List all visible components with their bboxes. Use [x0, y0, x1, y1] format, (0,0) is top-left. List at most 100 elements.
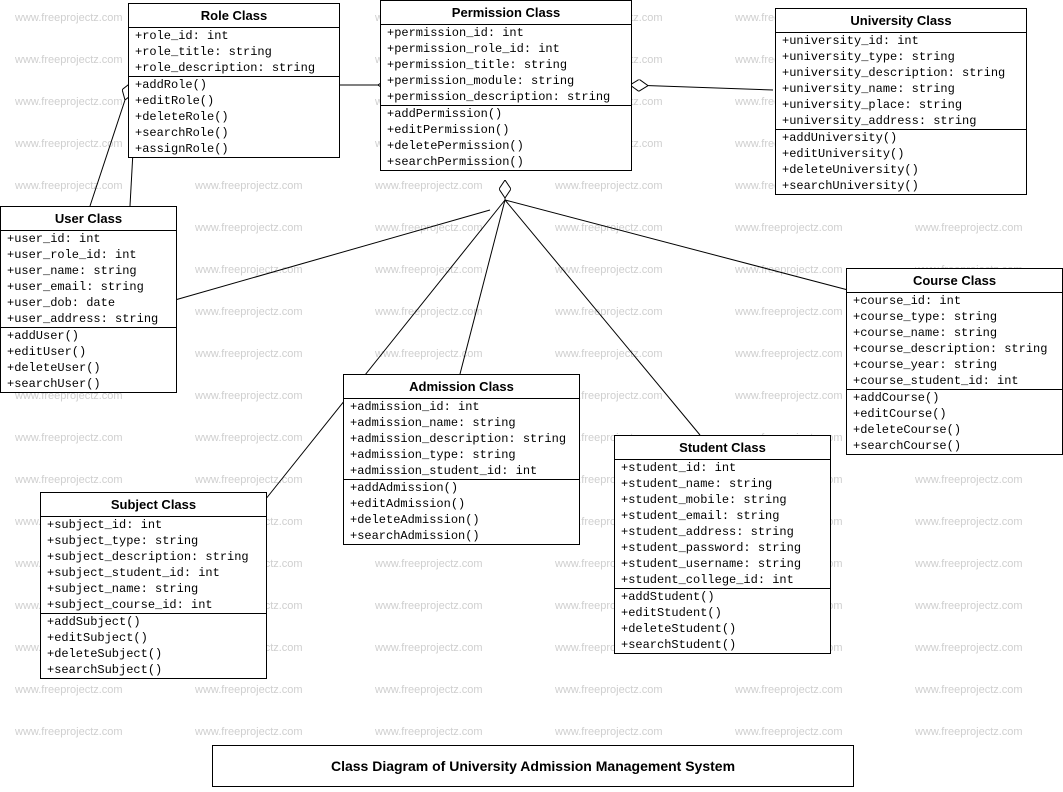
attribute-row: +subject_type: string [41, 533, 266, 549]
attribute-row: +permission_title: string [381, 57, 631, 73]
class-title: User Class [1, 207, 176, 231]
attribute-row: +university_type: string [776, 49, 1026, 65]
operation-row: +addUniversity() [776, 130, 1026, 146]
attribute-row: +admission_type: string [344, 447, 579, 463]
attribute-row: +permission_id: int [381, 25, 631, 41]
attribute-row: +permission_role_id: int [381, 41, 631, 57]
class-user: User Class+user_id: int+user_role_id: in… [0, 206, 177, 393]
attribute-row: +university_description: string [776, 65, 1026, 81]
class-title: Permission Class [381, 1, 631, 25]
operation-row: +editRole() [129, 93, 339, 109]
attribute-row: +permission_description: string [381, 89, 631, 105]
operation-row: +addPermission() [381, 106, 631, 122]
class-role: Role Class+role_id: int+role_title: stri… [128, 3, 340, 158]
attribute-row: +student_address: string [615, 524, 830, 540]
attribute-row: +student_mobile: string [615, 492, 830, 508]
operation-row: +searchUser() [1, 376, 176, 392]
attribute-row: +university_id: int [776, 33, 1026, 49]
attribute-row: +admission_name: string [344, 415, 579, 431]
operations-section: +addUniversity()+editUniversity()+delete… [776, 130, 1026, 194]
attributes-section: +user_id: int+user_role_id: int+user_nam… [1, 231, 176, 328]
class-title: Course Class [847, 269, 1062, 293]
operation-row: +addAdmission() [344, 480, 579, 496]
operation-row: +addSubject() [41, 614, 266, 630]
attribute-row: +admission_student_id: int [344, 463, 579, 479]
operation-row: +editCourse() [847, 406, 1062, 422]
operation-row: +deleteAdmission() [344, 512, 579, 528]
attribute-row: +student_college_id: int [615, 572, 830, 588]
operation-row: +searchPermission() [381, 154, 631, 170]
operation-row: +editUniversity() [776, 146, 1026, 162]
operations-section: +addAdmission()+editAdmission()+deleteAd… [344, 480, 579, 544]
diagram-canvas: Role Class+role_id: int+role_title: stri… [0, 0, 1063, 792]
class-university: University Class+university_id: int+univ… [775, 8, 1027, 195]
attribute-row: +user_role_id: int [1, 247, 176, 263]
operation-row: +editStudent() [615, 605, 830, 621]
class-title: Admission Class [344, 375, 579, 399]
attribute-row: +student_id: int [615, 460, 830, 476]
operation-row: +assignRole() [129, 141, 339, 157]
operation-row: +editUser() [1, 344, 176, 360]
attribute-row: +role_title: string [129, 44, 339, 60]
operation-row: +searchSubject() [41, 662, 266, 678]
class-subject: Subject Class+subject_id: int+subject_ty… [40, 492, 267, 679]
attribute-row: +course_year: string [847, 357, 1062, 373]
attribute-row: +user_name: string [1, 263, 176, 279]
attribute-row: +course_student_id: int [847, 373, 1062, 389]
operation-row: +searchStudent() [615, 637, 830, 653]
operation-row: +searchAdmission() [344, 528, 579, 544]
operations-section: +addPermission()+editPermission()+delete… [381, 106, 631, 170]
attribute-row: +student_username: string [615, 556, 830, 572]
operation-row: +editAdmission() [344, 496, 579, 512]
attribute-row: +student_email: string [615, 508, 830, 524]
class-title: Role Class [129, 4, 339, 28]
operation-row: +editSubject() [41, 630, 266, 646]
operations-section: +addCourse()+editCourse()+deleteCourse()… [847, 390, 1062, 454]
operation-row: +searchUniversity() [776, 178, 1026, 194]
class-admission: Admission Class+admission_id: int+admiss… [343, 374, 580, 545]
attribute-row: +subject_course_id: int [41, 597, 266, 613]
attribute-row: +user_id: int [1, 231, 176, 247]
attributes-section: +role_id: int+role_title: string+role_de… [129, 28, 339, 77]
operation-row: +deleteUser() [1, 360, 176, 376]
attribute-row: +permission_module: string [381, 73, 631, 89]
attribute-row: +role_id: int [129, 28, 339, 44]
operations-section: +addStudent()+editStudent()+deleteStuden… [615, 589, 830, 653]
operation-row: +deletePermission() [381, 138, 631, 154]
attribute-row: +course_type: string [847, 309, 1062, 325]
attribute-row: +university_address: string [776, 113, 1026, 129]
operation-row: +deleteCourse() [847, 422, 1062, 438]
attribute-row: +user_address: string [1, 311, 176, 327]
attribute-row: +admission_description: string [344, 431, 579, 447]
attribute-row: +role_description: string [129, 60, 339, 76]
class-course: Course Class+course_id: int+course_type:… [846, 268, 1063, 455]
operations-section: +addSubject()+editSubject()+deleteSubjec… [41, 614, 266, 678]
attribute-row: +admission_id: int [344, 399, 579, 415]
operations-section: +addUser()+editUser()+deleteUser()+searc… [1, 328, 176, 392]
attribute-row: +university_name: string [776, 81, 1026, 97]
attribute-row: +subject_name: string [41, 581, 266, 597]
operation-row: +searchRole() [129, 125, 339, 141]
class-title: University Class [776, 9, 1026, 33]
operation-row: +deleteSubject() [41, 646, 266, 662]
attribute-row: +user_email: string [1, 279, 176, 295]
class-title: Subject Class [41, 493, 266, 517]
attributes-section: +permission_id: int+permission_role_id: … [381, 25, 631, 106]
attribute-row: +course_description: string [847, 341, 1062, 357]
operation-row: +deleteRole() [129, 109, 339, 125]
attribute-row: +user_dob: date [1, 295, 176, 311]
attributes-section: +university_id: int+university_type: str… [776, 33, 1026, 130]
attribute-row: +subject_student_id: int [41, 565, 266, 581]
attributes-section: +subject_id: int+subject_type: string+su… [41, 517, 266, 614]
attributes-section: +student_id: int+student_name: string+st… [615, 460, 830, 589]
attribute-row: +course_id: int [847, 293, 1062, 309]
operation-row: +deleteUniversity() [776, 162, 1026, 178]
operation-row: +searchCourse() [847, 438, 1062, 454]
operation-row: +addCourse() [847, 390, 1062, 406]
operation-row: +addUser() [1, 328, 176, 344]
operation-row: +addRole() [129, 77, 339, 93]
attribute-row: +student_name: string [615, 476, 830, 492]
attribute-row: +course_name: string [847, 325, 1062, 341]
attribute-row: +student_password: string [615, 540, 830, 556]
operation-row: +editPermission() [381, 122, 631, 138]
